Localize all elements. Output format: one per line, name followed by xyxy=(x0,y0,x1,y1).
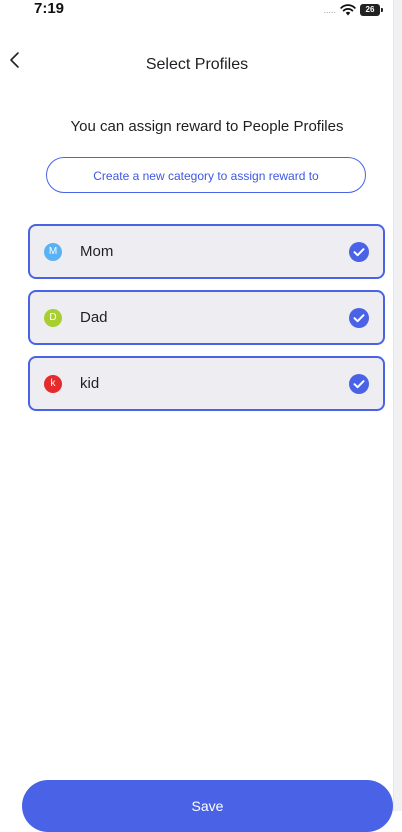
avatar: k xyxy=(44,375,62,393)
checkmark-icon[interactable] xyxy=(349,374,369,394)
nav-header: Select Profiles xyxy=(0,40,394,84)
profile-item-kid[interactable]: k kid xyxy=(28,356,385,411)
profile-item-dad[interactable]: D Dad xyxy=(28,290,385,345)
status-indicators: ..... 26 xyxy=(323,2,383,18)
status-bar: 7:19 ..... 26 xyxy=(0,0,394,28)
save-button[interactable]: Save xyxy=(22,780,393,832)
signal-icon: ..... xyxy=(323,5,336,15)
profile-name: kid xyxy=(80,375,100,392)
subtitle-text: You can assign reward to People Profiles xyxy=(70,118,344,135)
status-time: 7:19 xyxy=(34,0,65,17)
avatar: D xyxy=(44,309,62,327)
battery-icon: 26 xyxy=(360,4,383,16)
profile-name: Mom xyxy=(80,243,114,260)
profile-item-mom[interactable]: M Mom xyxy=(28,224,385,279)
profile-name: Dad xyxy=(80,309,108,326)
page-title: Select Profiles xyxy=(145,56,249,73)
create-category-button[interactable]: Create a new category to assign reward t… xyxy=(46,157,366,193)
avatar: M xyxy=(44,243,62,261)
checkmark-icon[interactable] xyxy=(349,242,369,262)
checkmark-icon[interactable] xyxy=(349,308,369,328)
wifi-icon xyxy=(340,4,356,16)
profile-list: M Mom D Dad k kid xyxy=(28,224,385,411)
